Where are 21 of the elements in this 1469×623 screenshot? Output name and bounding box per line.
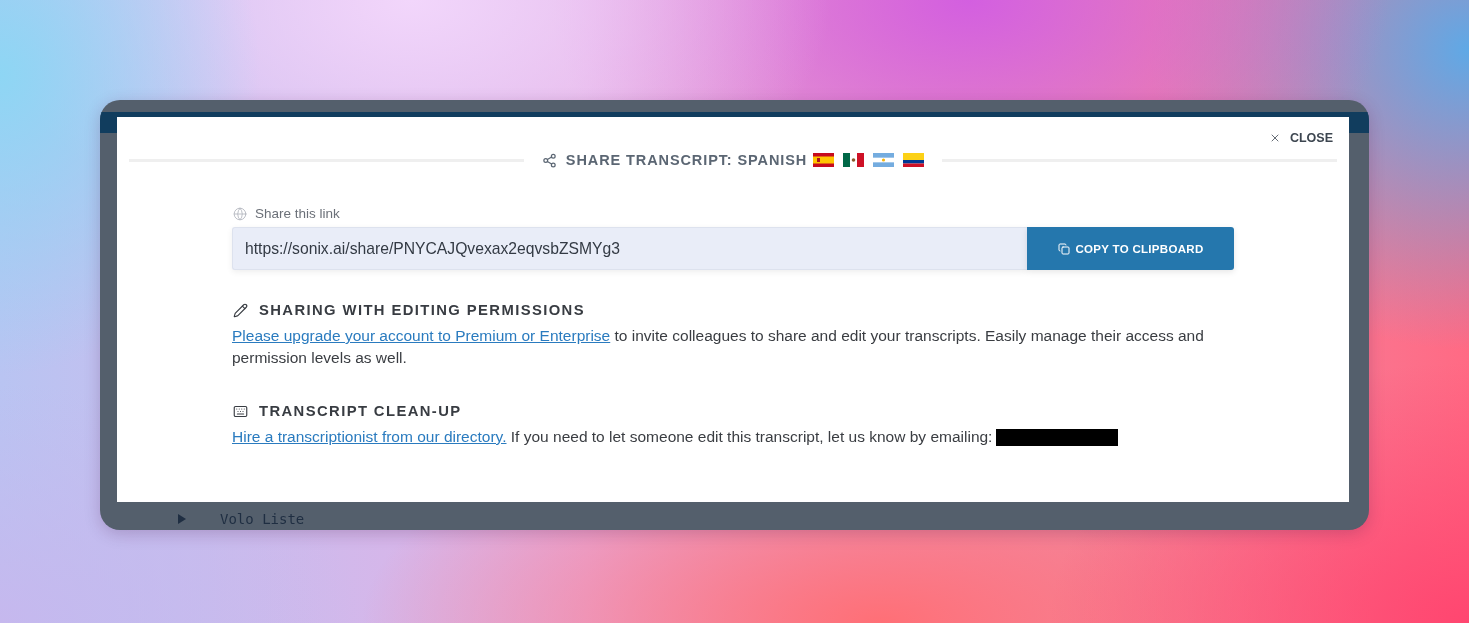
directory-link[interactable]: Hire a transcriptionist from our directory. [232,428,507,445]
flag-icon [813,153,835,167]
flag-icon [843,153,865,167]
copy-button[interactable]: COPY TO CLIPBOARD [1027,227,1234,270]
share-icon [541,152,557,168]
triangle-icon [178,514,186,524]
section-text: Please upgrade your account to Premium or Enterprise to invite colleagues to share and edit your transcripts. Easily manage their access and permission levels as well. [232,326,1205,368]
flag-icon [903,153,925,167]
globe-icon [233,206,247,221]
flag-icon [873,153,895,167]
section-text: Hire a transcriptionist from our directory. If you need to let someone edit this transcript, let us know by emailing: [232,426,1234,448]
link-field[interactable]: https://sonix.ai/share/PNYCAJQvexax2eqvsbZSMYg3 [232,227,1027,270]
pencil-icon [233,302,248,318]
copy-icon [1057,242,1070,255]
section-heading: SHARING WITH EDITING PERMISSIONS [259,302,585,318]
dialog-title: SHARE TRANSCRIPT: SPANISH [565,152,808,168]
link-label: Share this link [255,206,340,221]
keyboard-icon [233,403,248,419]
upgrade-link[interactable]: Please upgrade your account to Premium or Enterprise [232,327,611,344]
close-button[interactable]: CLOSE [1268,128,1333,148]
section-heading: TRANSCRIPT CLEAN-UP [259,403,462,419]
